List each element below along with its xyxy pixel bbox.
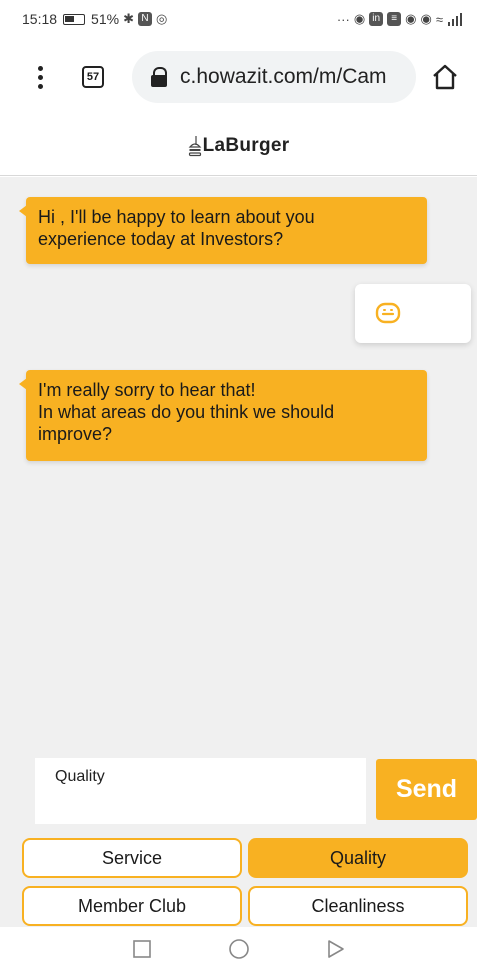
nfc-icon: N	[137, 12, 152, 26]
status-time: 15:18	[22, 11, 58, 27]
home-icon[interactable]	[431, 63, 459, 91]
user-reply-emoji	[355, 284, 471, 343]
battery-icon	[63, 13, 86, 25]
bot-message: Hi , I'll be happy to learn about you ex…	[19, 197, 427, 264]
more-notifications-icon: ···	[336, 11, 350, 27]
status-bar: 15:18 51% ✱ N ◎ ··· ◉ in ≡ ◉ ◉ ≈	[0, 0, 477, 38]
message-line: Hi , I'll be happy to learn about you	[38, 207, 315, 227]
message-line: In what areas do you think we should	[38, 402, 335, 422]
menu-dots-icon[interactable]	[28, 57, 52, 97]
status-left: 15:18 51% ✱ N ◎	[22, 11, 167, 27]
burger-logo-icon	[188, 135, 201, 156]
typing-emoji-icon	[375, 302, 401, 323]
address-bar[interactable]: c.howazit.com/m/Cam	[132, 51, 416, 103]
browser-toolbar: 57 c.howazit.com/m/Cam	[0, 38, 477, 116]
brand-logo-text: LaBurger	[202, 134, 290, 156]
app-notification-icon: ◉	[405, 11, 417, 26]
home-nav-icon[interactable]	[228, 938, 250, 960]
eye-comfort-icon: ◎	[155, 11, 168, 26]
message-input[interactable]: Quality	[35, 758, 366, 824]
tab-switcher-icon[interactable]: 57	[82, 66, 104, 88]
system-nav-bar	[0, 927, 477, 966]
app-notification-icon-2: ◉	[420, 11, 432, 26]
brand-header: LaBurger	[0, 116, 477, 176]
url-text: c.howazit.com/m/Cam	[180, 65, 387, 88]
message-line: experience today at Investors?	[38, 229, 284, 249]
bot-message: I'm really sorry to hear that! In what a…	[19, 370, 427, 461]
chat-area[interactable]: Hi , I'll be happy to learn about you ex…	[0, 177, 477, 745]
send-button[interactable]: Send	[376, 759, 477, 820]
bluetooth-icon: ✱	[123, 11, 134, 26]
composer: Quality Send	[0, 745, 477, 829]
quick-reply-cleanliness[interactable]: Cleanliness	[248, 886, 468, 926]
quick-replies: Service Quality Member Club Cleanliness	[0, 829, 477, 927]
quick-reply-grid: Service Quality Member Club Cleanliness	[22, 838, 468, 926]
message-line: improve?	[38, 424, 113, 444]
back-nav-icon[interactable]	[326, 939, 346, 959]
pinterest-icon: ◉	[353, 11, 366, 26]
news-icon: ≡	[387, 12, 402, 26]
quick-reply-member-club[interactable]: Member Club	[22, 886, 242, 926]
signal-icon	[448, 13, 462, 26]
quick-reply-service[interactable]: Service	[22, 838, 242, 878]
battery-percent: 51%	[91, 11, 120, 27]
quick-reply-quality[interactable]: Quality	[248, 838, 468, 878]
status-right: ··· ◉ in ≡ ◉ ◉ ≈	[337, 11, 463, 27]
wifi-icon: ≈	[435, 11, 443, 27]
linkedin-icon: in	[369, 12, 384, 26]
message-line: I'm really sorry to hear that!	[38, 380, 256, 400]
recent-apps-icon[interactable]	[132, 939, 152, 959]
lock-icon	[150, 67, 168, 87]
brand-logo: LaBurger	[188, 135, 290, 157]
